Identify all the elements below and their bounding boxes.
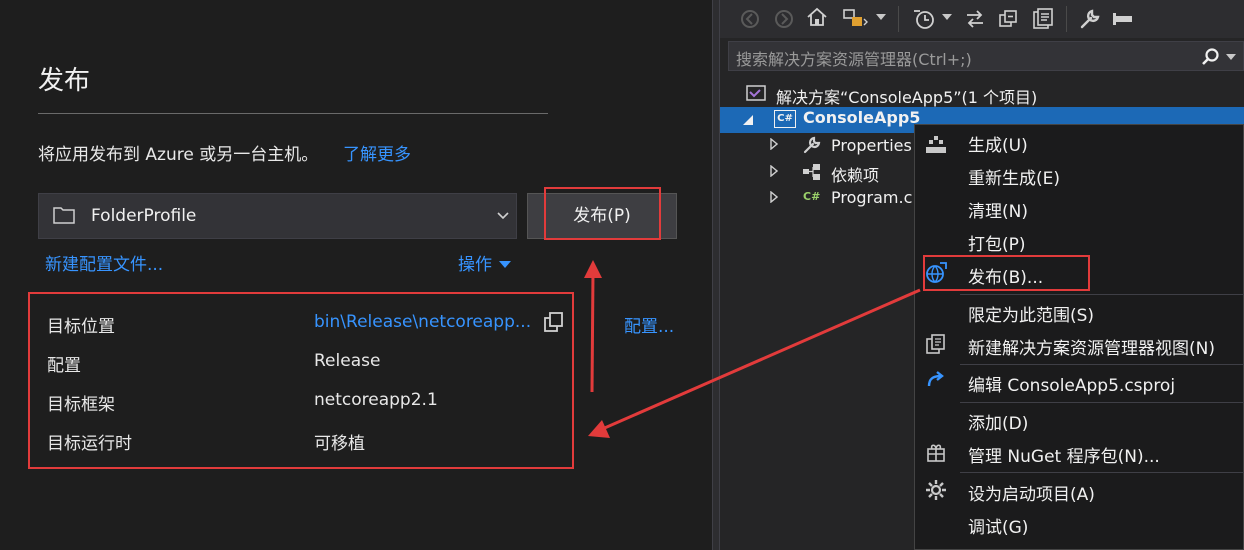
annotation-arrows xyxy=(584,260,921,438)
